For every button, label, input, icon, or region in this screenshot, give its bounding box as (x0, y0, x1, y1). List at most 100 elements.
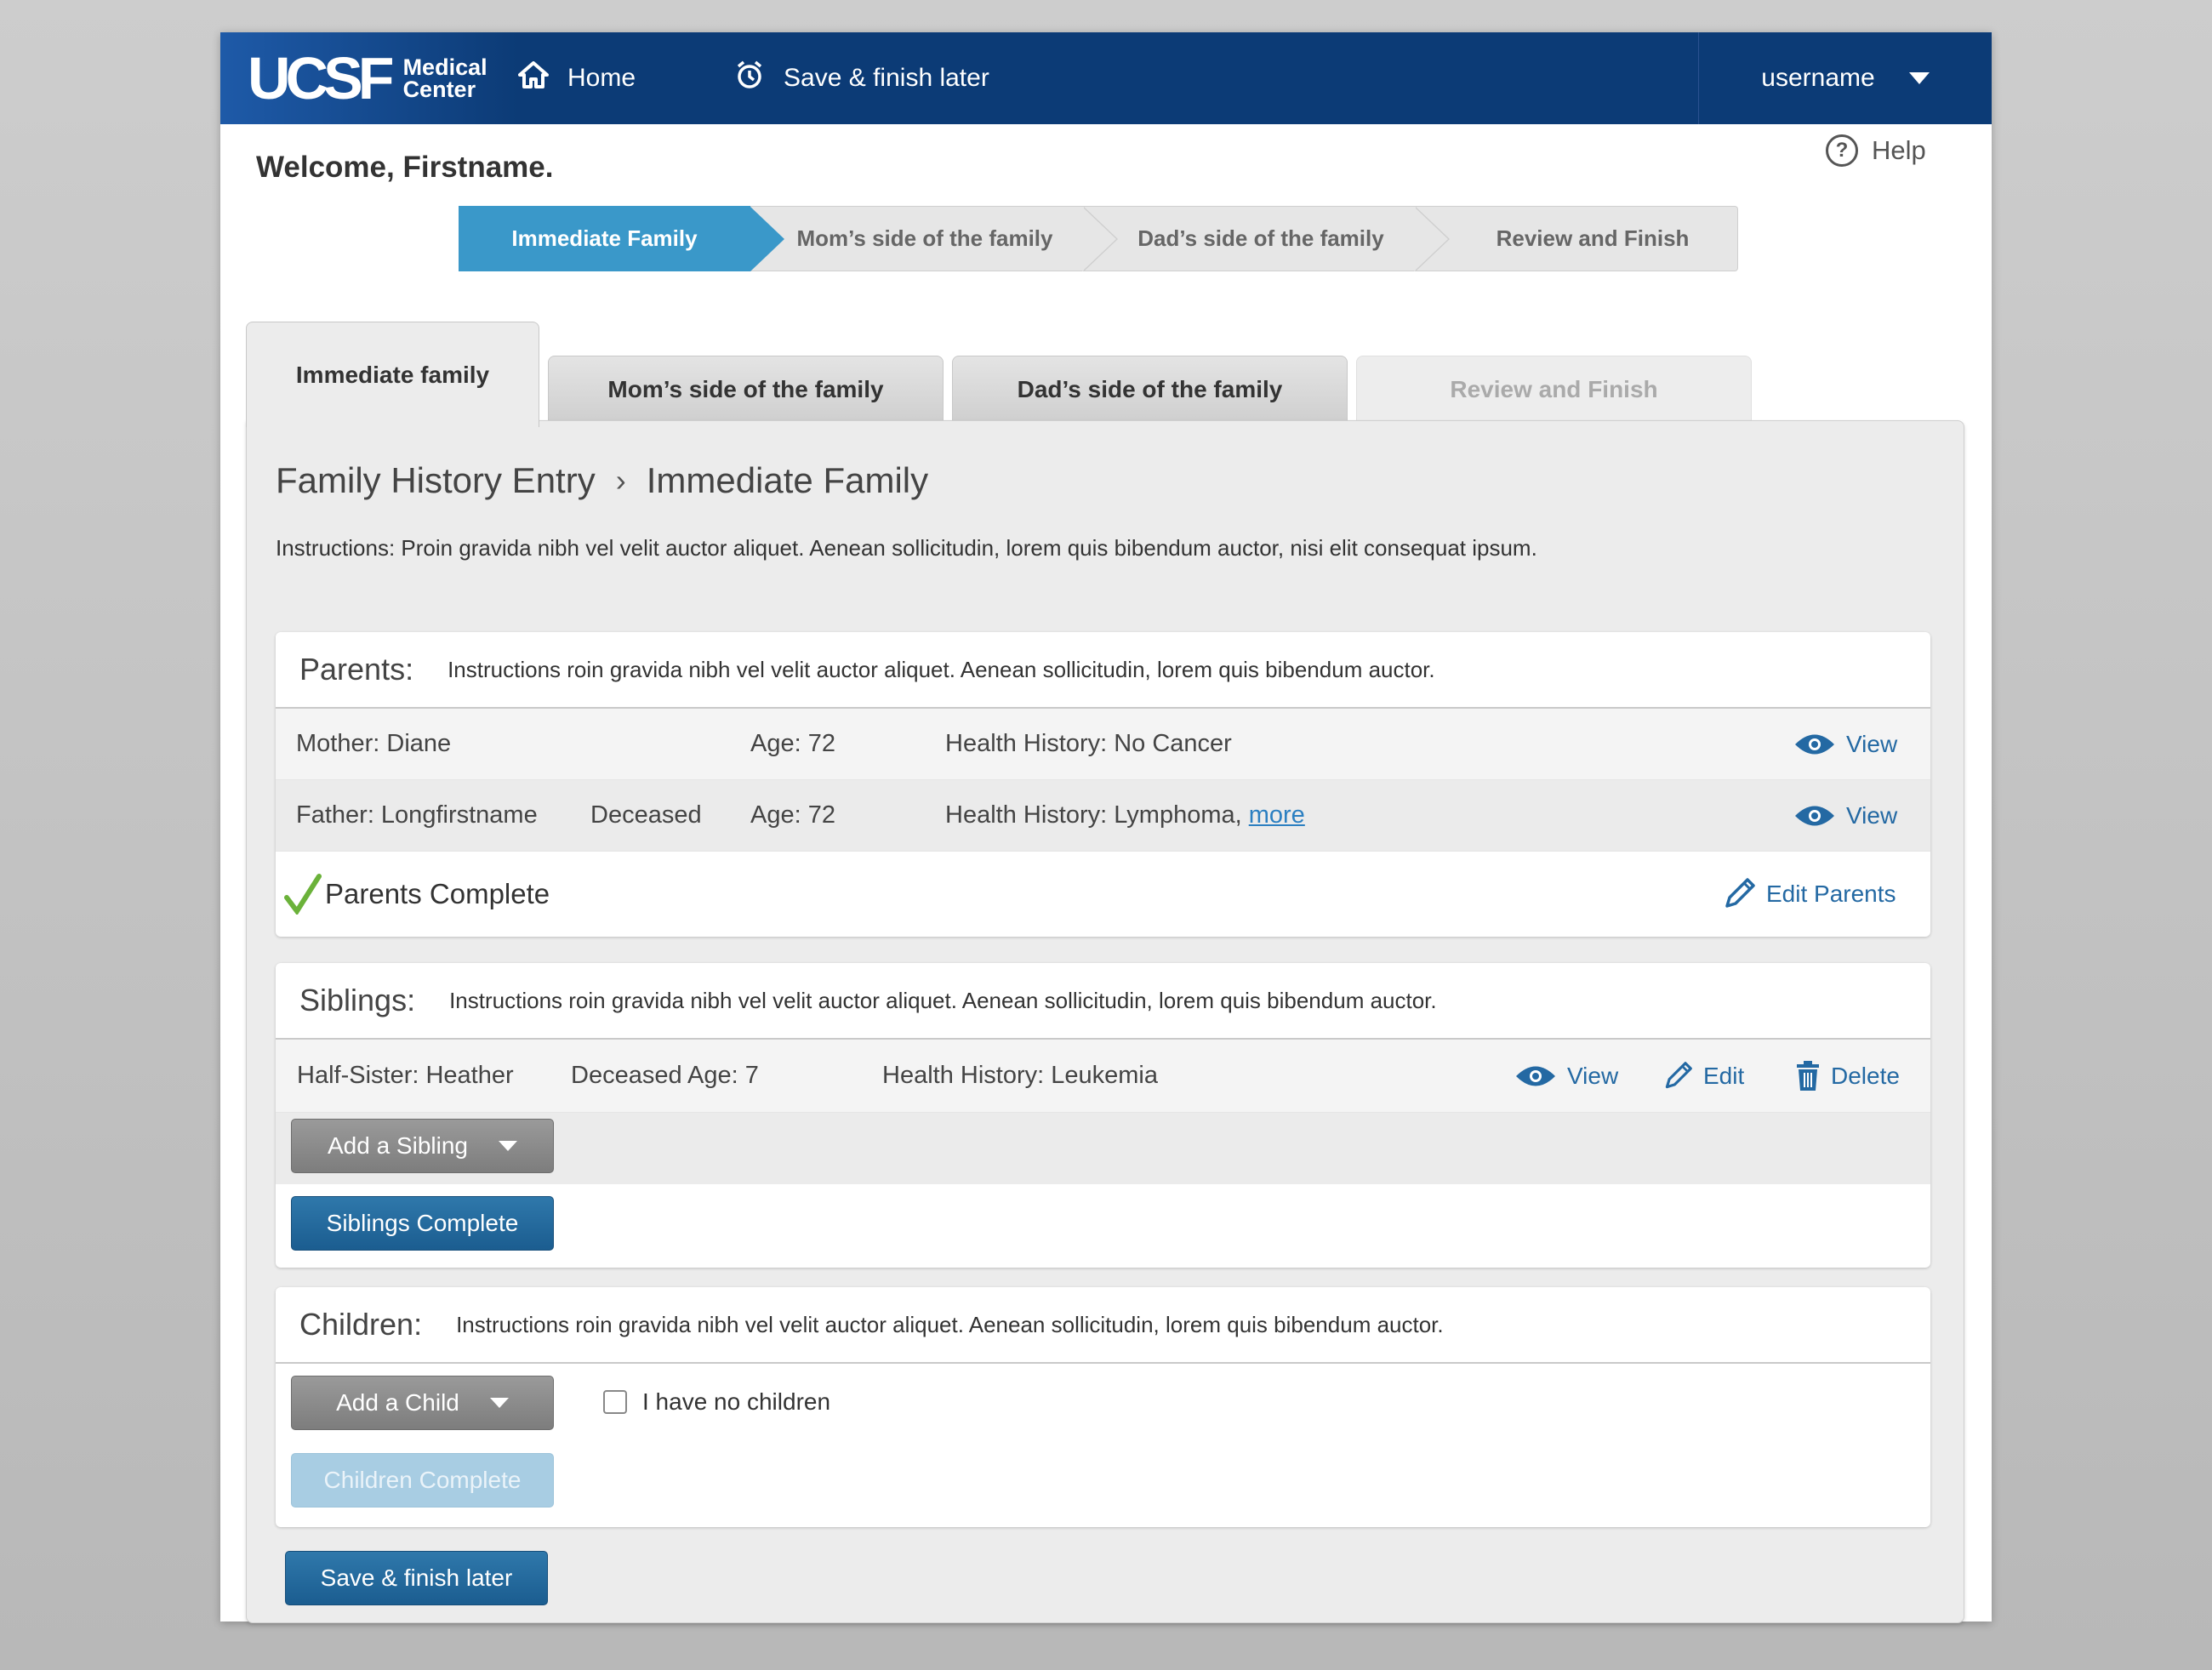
parent-name: Father: Longfirstname (296, 801, 538, 829)
parents-header: Parents: Instructions roin gravida nibh … (276, 632, 1930, 709)
step-arrow (750, 207, 784, 271)
siblings-instructions: Instructions roin gravida nibh vel velit… (449, 987, 1437, 1013)
step-moms-side: Mom’s side of the family (750, 206, 1118, 271)
save-finish-later-button[interactable]: Save & finish later (285, 1551, 548, 1605)
sibling-status-age: Deceased Age: 7 (571, 1062, 759, 1089)
step-label: Mom’s side of the family (796, 225, 1053, 251)
parents-card: Parents: Instructions roin gravida nibh … (276, 632, 1930, 937)
checkmark-icon (284, 874, 322, 915)
parents-instructions: Instructions roin gravida nibh vel velit… (448, 656, 1435, 682)
edit-sibling-button[interactable]: Edit (1662, 1061, 1744, 1091)
parent-health: Health History: Lymphoma, more (945, 801, 1305, 829)
tab-review-finish: Review and Finish (1356, 356, 1752, 422)
top-nav: UCSF Medical Center Home Save & finish l… (220, 32, 1992, 124)
step-label: Immediate Family (511, 225, 698, 251)
parent-health-text: Health History: Lymphoma, (945, 801, 1242, 829)
eye-icon (1516, 1066, 1555, 1086)
view-label: View (1567, 1062, 1619, 1089)
view-sibling-button[interactable]: View (1514, 1063, 1618, 1090)
step-label: Review and Finish (1496, 225, 1690, 251)
eye-icon (1795, 734, 1834, 754)
logo-line-2: Center (402, 77, 476, 102)
edit-label: Edit (1703, 1062, 1745, 1089)
welcome-message: Welcome, Firstname. (256, 151, 554, 184)
add-child-label: Add a Child (336, 1389, 459, 1416)
view-parent-button[interactable]: View (1793, 802, 1897, 829)
chevron-down-icon (1908, 72, 1930, 84)
checkbox[interactable] (603, 1390, 627, 1414)
pencil-icon (1725, 878, 1755, 908)
delete-sibling-button[interactable]: Delete (1795, 1060, 1900, 1091)
no-children-label: I have no children (642, 1388, 831, 1415)
parents-footer: Parents Complete Edit Parents (276, 852, 1930, 937)
parent-health: Health History: No Cancer (945, 730, 1232, 757)
children-complete-button: Children Complete (291, 1453, 554, 1508)
help-label: Help (1872, 135, 1926, 165)
step-review-finish: Review and Finish (1414, 206, 1738, 271)
tab-immediate-family[interactable]: Immediate family (246, 322, 539, 427)
help-link[interactable]: ? Help (1826, 134, 1926, 167)
siblings-header: Siblings: Instructions roin gravida nibh… (276, 963, 1930, 1040)
edit-parents-button[interactable]: Edit Parents (1722, 877, 1896, 911)
breadcrumb: Family History Entry › Immediate Family (276, 460, 928, 501)
step-arrow (1082, 207, 1116, 271)
no-children-checkbox[interactable]: I have no children (603, 1388, 830, 1416)
step-label: Dad’s side of the family (1137, 225, 1384, 251)
pencil-icon (1665, 1061, 1692, 1088)
user-menu[interactable]: username (1698, 32, 1992, 124)
parent-age: Age: 72 (750, 730, 835, 757)
delete-label: Delete (1831, 1062, 1900, 1089)
nav-save-label: Save & finish later (784, 64, 989, 92)
sibling-health: Health History: Leukemia (882, 1062, 1158, 1089)
ucsf-logo[interactable]: UCSF Medical Center (220, 32, 518, 124)
trash-icon (1797, 1060, 1819, 1091)
children-header: Children: Instructions roin gravida nibh… (276, 1287, 1930, 1364)
logo-text: Medical Center (402, 54, 487, 102)
logo-mark: UCSF (248, 45, 395, 111)
add-child-dropdown[interactable]: Add a Child (291, 1376, 554, 1430)
step-dads-side: Dad’s side of the family (1082, 206, 1450, 271)
parent-status: Deceased (590, 801, 702, 829)
sibling-row: Half-Sister: Heather Deceased Age: 7 Hea… (276, 1040, 1930, 1113)
parent-row: Mother: Diane Age: 72 Health History: No… (276, 709, 1930, 780)
edit-parents-label: Edit Parents (1766, 881, 1896, 907)
sibling-name: Half-Sister: Heather (297, 1062, 514, 1089)
breadcrumb-root[interactable]: Family History Entry (276, 460, 596, 501)
step-immediate-family: Immediate Family (459, 206, 784, 271)
more-link[interactable]: more (1249, 801, 1305, 829)
tab-dads-side[interactable]: Dad’s side of the family (952, 356, 1348, 422)
siblings-card: Siblings: Instructions roin gravida nibh… (276, 963, 1930, 1268)
chevron-down-icon (499, 1141, 517, 1151)
breadcrumb-separator: › (615, 463, 626, 498)
view-label: View (1846, 801, 1898, 829)
children-card: Children: Instructions roin gravida nibh… (276, 1287, 1930, 1527)
add-sibling-label: Add a Sibling (327, 1132, 468, 1159)
chevron-down-icon (489, 1398, 509, 1408)
app-frame: UCSF Medical Center Home Save & finish l… (220, 32, 1992, 1623)
breadcrumb-current: Immediate Family (646, 460, 929, 500)
parent-age: Age: 72 (750, 801, 835, 829)
step-arrow (1414, 207, 1448, 271)
help-icon: ? (1826, 134, 1858, 167)
nav-save-finish-later[interactable]: Save & finish later (734, 60, 989, 97)
parents-complete-status: Parents Complete (284, 874, 550, 915)
children-title: Children: (299, 1307, 423, 1342)
tab-moms-side[interactable]: Mom’s side of the family (548, 356, 944, 422)
view-parent-button[interactable]: View (1793, 731, 1897, 758)
siblings-title: Siblings: (299, 983, 416, 1017)
home-icon (518, 61, 567, 95)
progress-steps: Immediate Family Mom’s side of the famil… (459, 206, 1738, 271)
logo-line-1: Medical (402, 54, 487, 80)
nav-home[interactable]: Home (518, 61, 636, 95)
nav-home-label: Home (567, 64, 636, 92)
children-instructions: Instructions roin gravida nibh vel velit… (456, 1311, 1444, 1337)
siblings-complete-button[interactable]: Siblings Complete (291, 1196, 554, 1251)
content-panel: Family History Entry › Immediate Family … (246, 420, 1964, 1623)
alarm-clock-icon (734, 60, 784, 97)
parent-row: Father: Longfirstname Deceased Age: 72 H… (276, 780, 1930, 852)
page-instructions: Instructions: Proin gravida nibh vel vel… (276, 535, 1537, 561)
add-sibling-dropdown[interactable]: Add a Sibling (291, 1119, 554, 1173)
eye-icon (1795, 806, 1834, 825)
parent-name: Mother: Diane (296, 730, 452, 757)
username-label: username (1761, 64, 1875, 92)
